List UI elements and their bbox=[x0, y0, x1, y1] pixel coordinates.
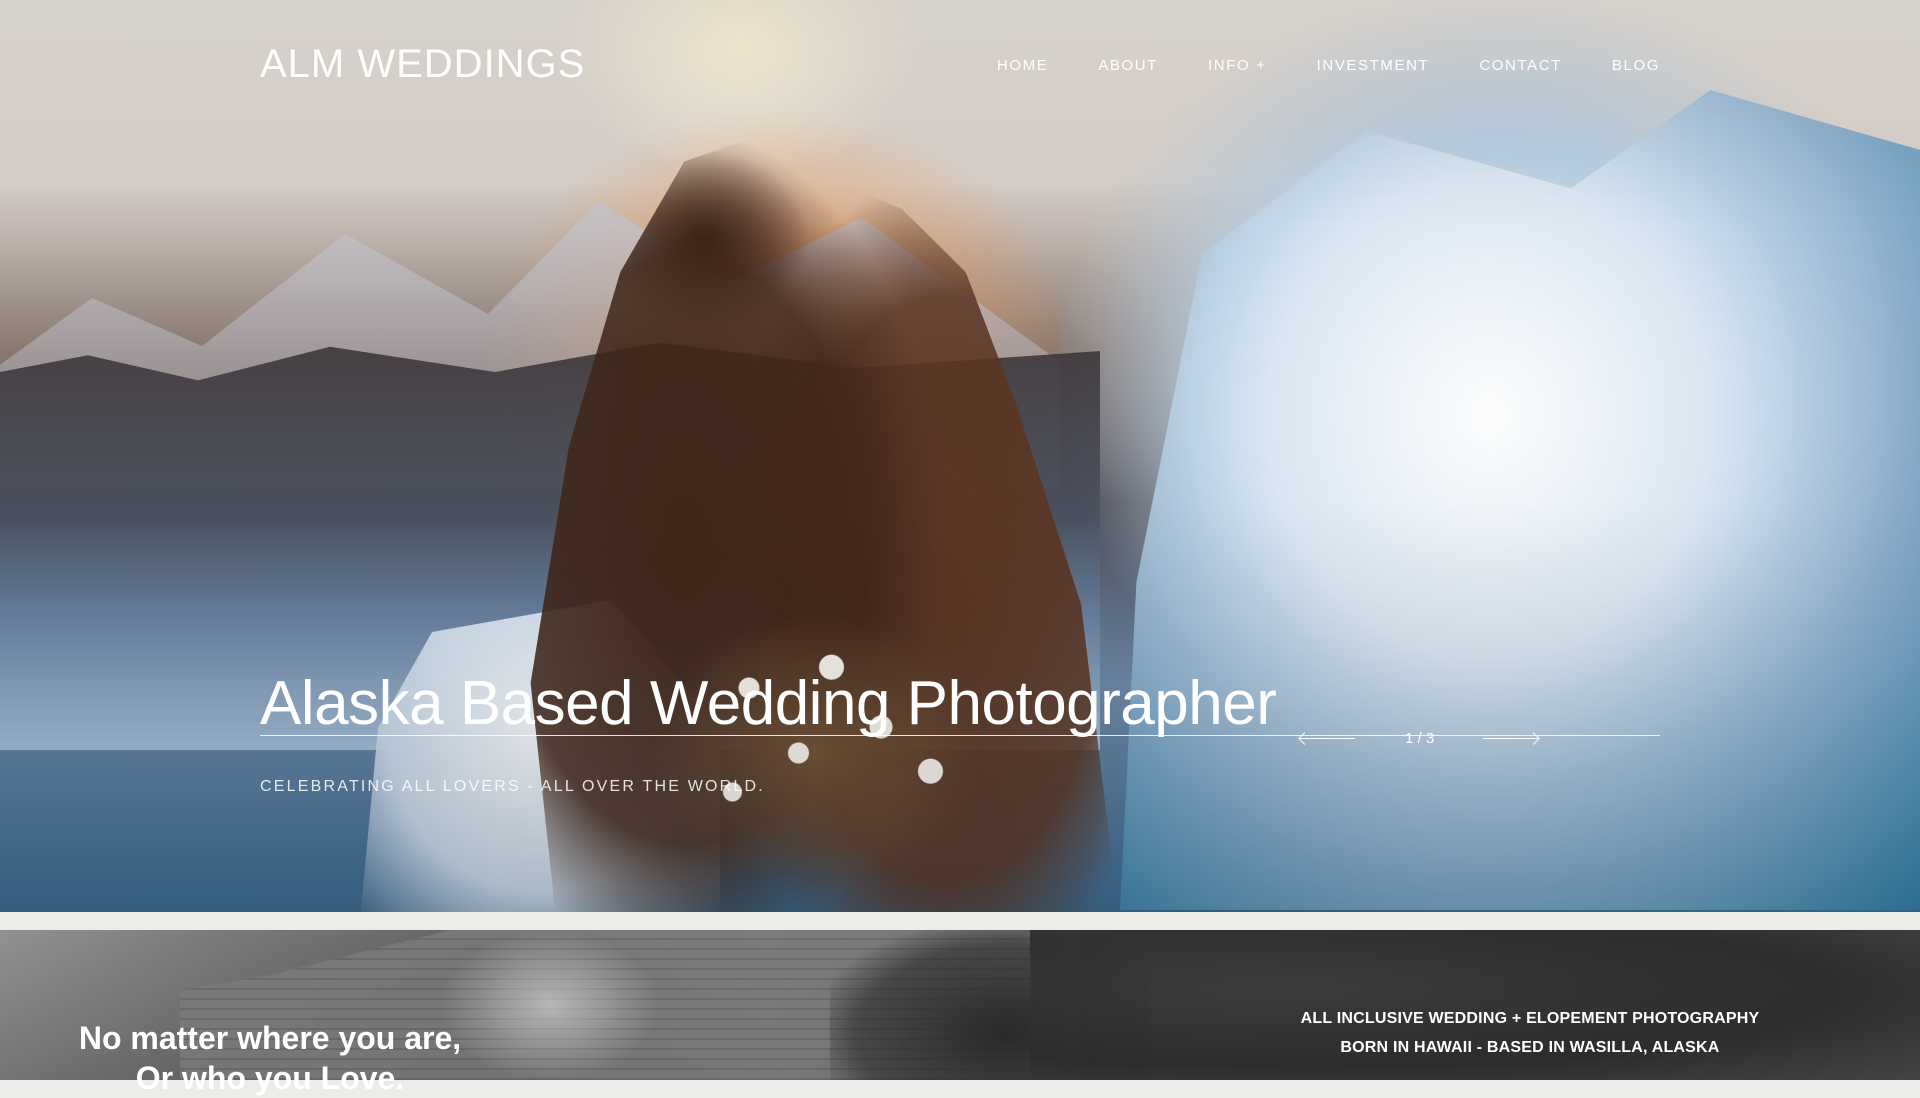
tagline-line-2: Or who you Love. bbox=[135, 1060, 405, 1096]
arrow-left-icon[interactable] bbox=[1300, 733, 1355, 745]
nav-blog[interactable]: BLOG bbox=[1612, 57, 1660, 74]
hero-slideshow: ALM WEDDINGS HOME ABOUT INFO + INVESTMENT… bbox=[0, 0, 1920, 912]
slider-controls: 1 / 3 bbox=[1300, 730, 1538, 747]
plus-icon: + bbox=[1256, 57, 1267, 74]
hero-subtitle: CELEBRATING ALL LOVERS - ALL OVER THE WO… bbox=[260, 778, 765, 795]
nav-contact[interactable]: CONTACT bbox=[1479, 57, 1562, 74]
arrow-right-icon[interactable] bbox=[1483, 733, 1538, 745]
intro-info: ALL INCLUSIVE WEDDING + ELOPEMENT PHOTOG… bbox=[1290, 1004, 1770, 1062]
tagline-line-1: No matter where you are, bbox=[78, 1020, 462, 1056]
info-line-1: ALL INCLUSIVE WEDDING + ELOPEMENT PHOTOG… bbox=[1300, 1010, 1760, 1027]
nav-investment[interactable]: INVESTMENT bbox=[1317, 57, 1430, 74]
site-logo[interactable]: ALM WEDDINGS bbox=[260, 42, 585, 87]
hero-overlay bbox=[0, 0, 1920, 912]
hero-title: Alaska Based Wedding Photographer bbox=[260, 669, 1277, 738]
nav-home[interactable]: HOME bbox=[997, 57, 1048, 74]
nav-about[interactable]: ABOUT bbox=[1098, 57, 1158, 74]
info-line-2: BORN IN HAWAII - BASED IN WASILLA, ALASK… bbox=[1340, 1039, 1720, 1056]
nav-info-label: INFO bbox=[1208, 57, 1251, 74]
nav-info[interactable]: INFO + bbox=[1208, 57, 1267, 74]
intro-tagline: No matter where you are, Or who you Love… bbox=[40, 1018, 500, 1098]
slide-counter: 1 / 3 bbox=[1405, 730, 1435, 747]
main-nav: HOME ABOUT INFO + INVESTMENT CONTACT BLOG bbox=[947, 57, 1660, 74]
